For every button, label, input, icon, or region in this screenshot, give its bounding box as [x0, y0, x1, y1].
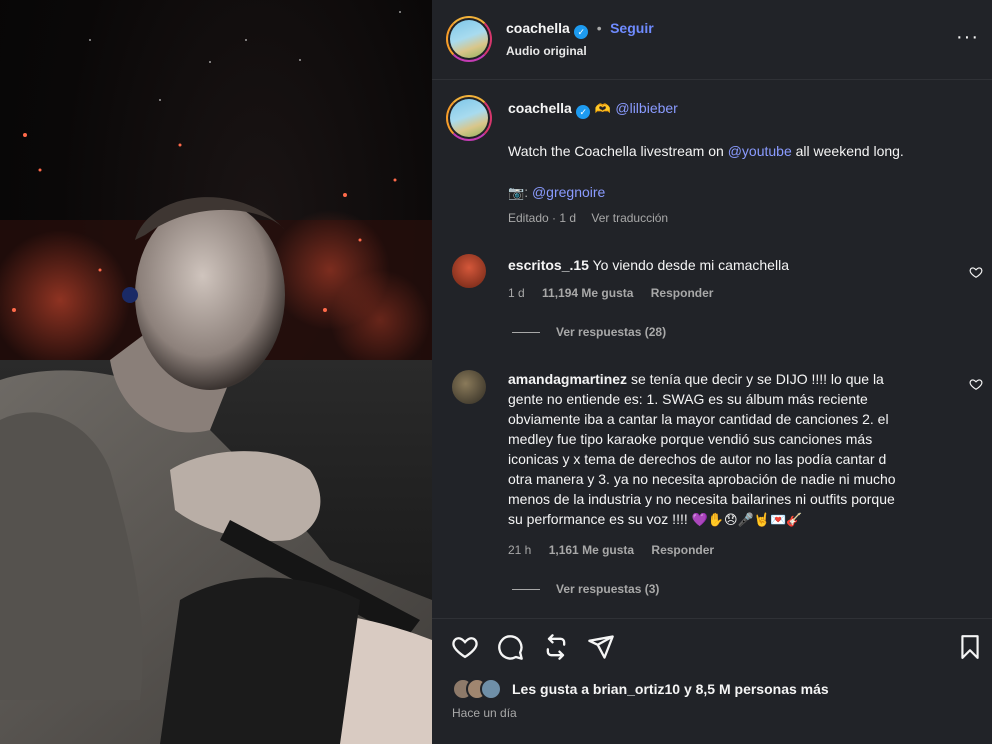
camera-icon: 📷 — [508, 185, 525, 200]
translate-button[interactable]: Ver traducción — [591, 211, 668, 225]
commenter-avatar[interactable] — [452, 254, 486, 288]
caption-credit: 📷: @gregnoire — [508, 184, 606, 200]
verified-icon: ✓ — [576, 105, 591, 119]
comment-line: medley fue tipo karaoke porque vendió su… — [508, 431, 873, 447]
reply-button[interactable]: Responder — [651, 543, 714, 557]
comment-likes[interactable]: 1,161 Me gusta — [549, 543, 634, 557]
comment-body: Yo viendo desde mi camachella — [592, 257, 789, 273]
likers-avatars[interactable] — [452, 678, 508, 700]
comment-username[interactable]: amandagmartinez — [508, 371, 627, 387]
author-username[interactable]: coachella — [506, 20, 570, 36]
caption-text: Watch the Coachella livestream on @youtu… — [508, 141, 904, 161]
verified-icon: ✓ — [574, 25, 589, 39]
comment-line: menos de la industria y no necesita bail… — [508, 491, 895, 507]
post-header: coachella ✓ • Seguir Audio original ··· — [432, 0, 992, 80]
mention-gregnoire[interactable]: @gregnoire — [532, 184, 605, 200]
comment-line: gente no entiende es: 1. SWAG es su álbu… — [508, 391, 868, 407]
mention-youtube[interactable]: @youtube — [728, 143, 792, 159]
like-heart-icon[interactable] — [451, 633, 479, 661]
comment-2-meta: 21 h 1,161 Me gusta Responder — [508, 543, 714, 557]
comment-time: 1 d — [508, 286, 525, 300]
view-replies-button[interactable]: Ver respuestas (3) — [512, 582, 659, 596]
header-title-row: coachella ✓ • Seguir — [506, 20, 654, 39]
likes-summary[interactable]: Les gusta a brian_ortiz10 y 8,5 M person… — [512, 681, 829, 697]
caption-avatar[interactable] — [446, 95, 492, 141]
follow-button[interactable]: Seguir — [610, 20, 654, 36]
comment-2-text: amandagmartinez se tenía que decir y se … — [508, 369, 958, 530]
caption-meta: Editado · 1 d Ver traducción — [508, 211, 668, 225]
caption-text-before: Watch the Coachella livestream on — [508, 143, 724, 159]
edited-label: Editado · 1 d — [508, 211, 577, 225]
comment-line: su performance es su voz !!!! — [508, 511, 692, 527]
repost-icon[interactable] — [542, 633, 570, 661]
hands-heart-icon: 🫶 — [594, 101, 611, 116]
post-image[interactable] — [0, 0, 432, 744]
caption-header: coachella ✓ 🫶 @lilbieber — [508, 100, 678, 119]
caption-username[interactable]: coachella — [508, 100, 572, 116]
comment-line: iconicas y x tema de derechos de autor n… — [508, 451, 887, 467]
comment-line: obviamente iba a cantar la mayor cantida… — [508, 411, 889, 427]
comment-line: se tenía que decir y se DIJO !!!! lo que… — [630, 371, 884, 387]
post-time[interactable]: Hace un día — [452, 706, 517, 720]
post-sidebar: coachella ✓ • Seguir Audio original ··· … — [432, 0, 992, 744]
action-bar — [432, 618, 992, 674]
comment-like-heart-icon[interactable] — [969, 377, 983, 391]
comment-icon[interactable] — [496, 633, 524, 661]
caption-text-after: all weekend long. — [795, 143, 904, 159]
share-icon[interactable] — [587, 633, 615, 661]
comment-likes[interactable]: 11,194 Me gusta — [542, 286, 633, 300]
commenter-avatar[interactable] — [452, 370, 486, 404]
audio-label[interactable]: Audio original — [506, 44, 587, 58]
mention-lilbieber[interactable]: @lilbieber — [615, 100, 677, 116]
comment-line: otra manera y 3. ya no necesita aprobaci… — [508, 471, 896, 487]
concert-photo — [0, 11, 432, 744]
comment-1-meta: 1 d 11,194 Me gusta Responder — [508, 286, 713, 300]
comment-like-heart-icon[interactable] — [969, 265, 983, 279]
view-replies-label: Ver respuestas (28) — [556, 325, 667, 339]
reply-button[interactable]: Responder — [651, 286, 714, 300]
separator-dot: • — [596, 20, 602, 36]
more-options-icon[interactable]: ··· — [956, 27, 979, 47]
comment-username[interactable]: escritos_.15 — [508, 257, 589, 273]
comment-1-text: escritos_.15 Yo viendo desde mi camachel… — [508, 255, 789, 275]
author-avatar[interactable] — [446, 16, 492, 62]
comment-time: 21 h — [508, 543, 532, 557]
comment-emojis: 💜✋😞🎤🤘💌🎸 — [691, 512, 803, 527]
view-replies-button[interactable]: Ver respuestas (28) — [512, 325, 666, 339]
view-replies-label: Ver respuestas (3) — [556, 582, 660, 596]
save-bookmark-icon[interactable] — [957, 633, 983, 661]
